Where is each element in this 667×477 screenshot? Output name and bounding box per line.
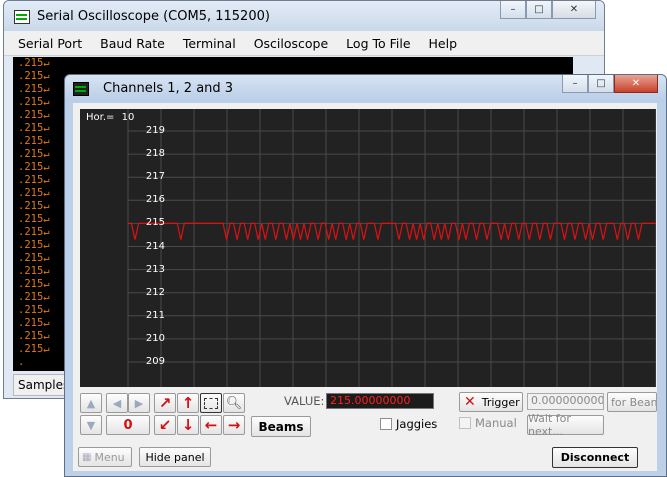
channels-titlebar[interactable]: Channels 1, 2 and 3 – □ ✕ [65, 75, 666, 102]
minimize-icon[interactable]: – [500, 1, 526, 19]
trigger-label: Trigger [481, 395, 520, 409]
arrow-up-right-icon: ↗ [158, 394, 172, 412]
zoom-out-button[interactable]: 🔍︎ [223, 393, 245, 413]
menu-button[interactable]: ▦ Menu [78, 447, 132, 467]
arrow-up-icon: ↑ [181, 394, 195, 412]
wait-for-next-button[interactable]: Wait for next... [527, 412, 604, 438]
y-tick-label: 210 [145, 332, 165, 344]
scroll-left-button[interactable]: ◀ [106, 393, 128, 413]
menu-help[interactable]: Help [420, 36, 467, 51]
beams-button[interactable]: Beams [251, 416, 311, 437]
arrow-right-button[interactable]: → [223, 415, 245, 435]
menu-terminal[interactable]: Terminal [174, 36, 245, 51]
main-window-title: Serial Oscilloscope (COM5, 115200) [37, 9, 270, 24]
channels-client-area: Hor.= 10 219 218 217 216 215 214 213 212 211 210 2… [73, 103, 657, 471]
y-tick-label: 212 [145, 286, 165, 298]
y-tick-label: 218 [145, 148, 165, 160]
oscilloscope-icon [73, 82, 89, 96]
arrow-up-button[interactable]: ↑ [177, 393, 199, 413]
hor-label: Hor.= [86, 112, 115, 123]
for-beam-button[interactable]: for Beam [607, 392, 657, 412]
y-tick-label: 219 [145, 125, 165, 136]
hor-value: 10 [121, 112, 135, 123]
scroll-right-button[interactable]: ▶ [128, 393, 150, 413]
arrow-right-icon: → [227, 416, 241, 434]
y-tick-label: 211 [145, 309, 165, 321]
channels-maximize-icon[interactable]: □ [588, 75, 614, 93]
zoom-box-icon [204, 397, 218, 409]
arrow-down-left-icon: ↙ [158, 416, 172, 434]
scroll-up-button[interactable]: ▲ [80, 393, 102, 413]
channels-window: Channels 1, 2 and 3 – □ ✕ Hor.= 10 219 21… [64, 74, 667, 477]
manual-label: Manual [475, 416, 517, 430]
hor-scale-readout: Hor.= 10 [86, 112, 134, 123]
terminal-line: .215↵ [18, 57, 50, 69]
hide-panel-button[interactable]: Hide panel [139, 447, 211, 467]
jaggies-checkbox[interactable] [380, 418, 392, 430]
arrow-down-button[interactable]: ↓ [177, 415, 199, 435]
oscilloscope-app-icon [14, 10, 30, 24]
menu-log-to-file[interactable]: Log To File [337, 36, 419, 51]
channels-close-icon[interactable]: ✕ [614, 75, 658, 93]
arrow-left-button[interactable]: ← [200, 415, 222, 435]
maximize-icon[interactable]: □ [526, 1, 552, 19]
y-tick-label: 213 [145, 263, 165, 275]
channels-window-title: Channels 1, 2 and 3 [103, 81, 234, 96]
y-tick-label: 217 [145, 171, 165, 183]
value-display: 215.00000000 [326, 393, 434, 409]
magnifier-icon: 🔍︎ [225, 395, 243, 411]
manual-checkbox[interactable] [459, 417, 471, 429]
y-tick-label: 215 [145, 217, 165, 229]
arrow-left-icon: ← [204, 416, 218, 434]
close-icon[interactable]: ✕ [552, 1, 596, 19]
trigger-value-field[interactable]: 0.0000000000 [527, 393, 604, 410]
scroll-down-button[interactable]: ▼ [80, 415, 102, 435]
menu-button-label: Menu [94, 450, 125, 464]
menu-button-icon: ▦ [82, 451, 92, 463]
jaggies-label: Jaggies [396, 417, 438, 431]
scope-display[interactable]: Hor.= 10 219 218 217 216 215 214 213 212 211 210 2… [80, 109, 656, 387]
channels-minimize-icon[interactable]: – [562, 75, 588, 93]
main-titlebar[interactable]: Serial Oscilloscope (COM5, 115200) – □ ✕ [4, 1, 604, 31]
menu-baud-rate[interactable]: Baud Rate [91, 36, 174, 51]
menu-serial-port[interactable]: Serial Port [4, 36, 91, 51]
scope-plot [127, 109, 656, 387]
trigger-x-icon: ✕ [464, 394, 476, 410]
counter-display: 0 [106, 415, 150, 435]
menu-bar: Serial Port Baud Rate Terminal Oscilosco… [4, 31, 604, 56]
disconnect-button[interactable]: Disconnect [552, 447, 638, 468]
y-tick-label: 214 [145, 240, 165, 252]
arrow-down-left-button[interactable]: ↙ [154, 415, 176, 435]
menu-osciloscope[interactable]: Osciloscope [245, 36, 337, 51]
trigger-button[interactable]: ✕ Trigger [459, 392, 523, 412]
arrow-up-right-button[interactable]: ↗ [154, 393, 176, 413]
y-tick-label: 209 [145, 356, 165, 367]
zoom-select-button[interactable] [200, 393, 222, 413]
value-label: VALUE: [284, 394, 325, 408]
arrow-down-icon: ↓ [181, 416, 195, 434]
y-tick-label: 216 [145, 194, 165, 206]
